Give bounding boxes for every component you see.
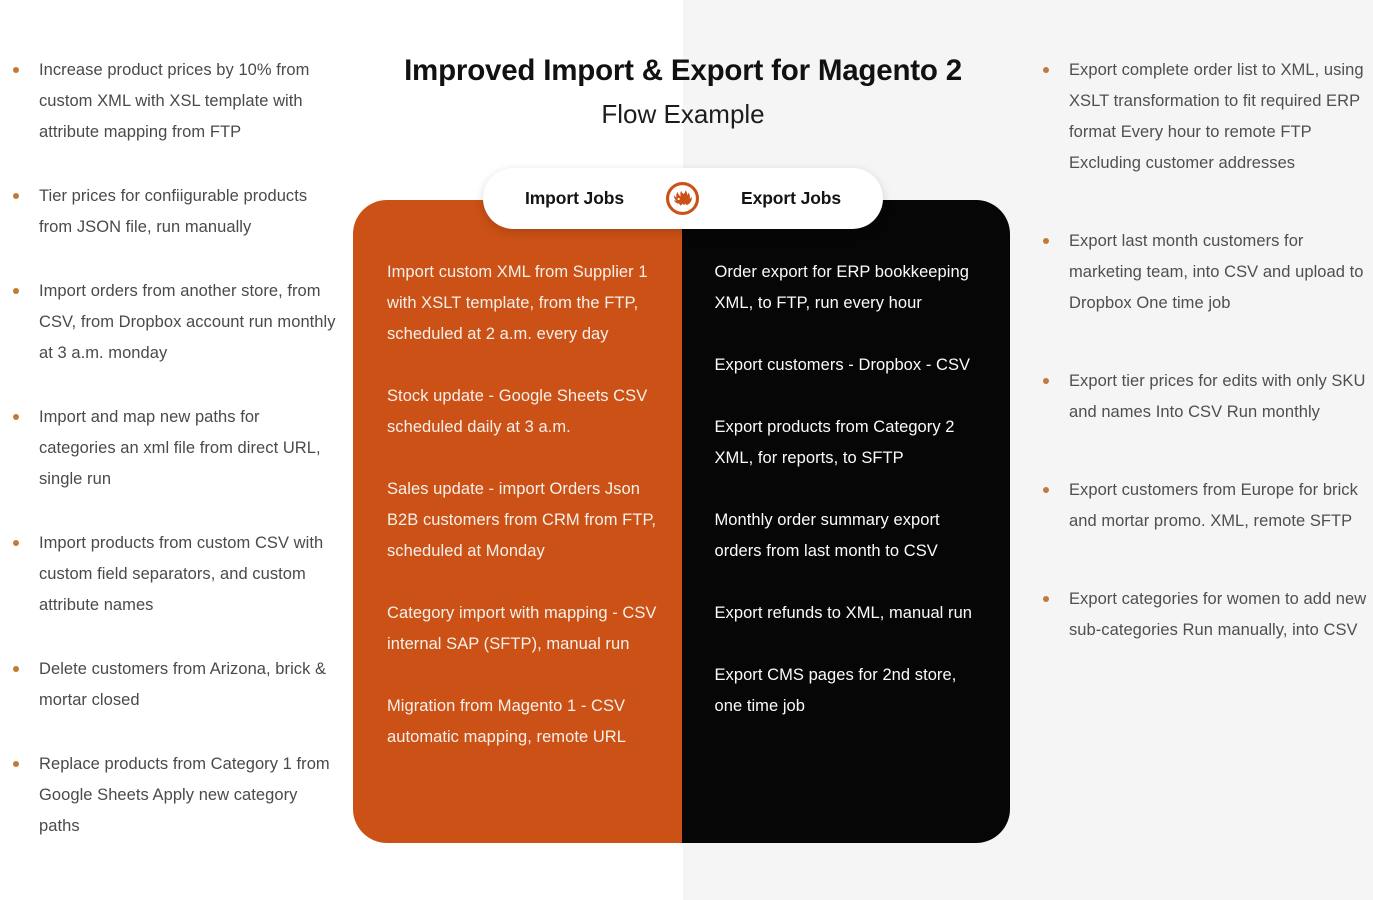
list-item: Export tier prices for edits with only S… [1038, 366, 1368, 428]
list-item: Delete customers from Arizona, brick & m… [8, 654, 338, 716]
list-item-label: Export last month customers for marketin… [1069, 232, 1364, 312]
bullet-dot-icon [1043, 487, 1049, 493]
export-job-item: Monthly order summary export orders from… [714, 511, 940, 560]
list-item-label: Delete customers from Arizona, brick & m… [39, 660, 327, 709]
tab-export-jobs[interactable]: Export Jobs [741, 188, 841, 209]
left-use-case-list: Increase product prices by 10% from cust… [8, 55, 338, 875]
bullet-dot-icon [1043, 378, 1049, 384]
firebear-bear-logo-icon [666, 182, 699, 215]
list-item-label: Import orders from another store, from C… [39, 282, 336, 362]
bullet-dot-icon [13, 193, 19, 199]
list-item: Replace products from Category 1 from Go… [8, 749, 338, 842]
page-title: Improved Import & Export for Magento 2 [404, 54, 962, 87]
bullet-dot-icon [13, 67, 19, 73]
jobs-panels: Import custom XML from Supplier 1 with X… [353, 200, 1010, 843]
import-job-item: Import custom XML from Supplier 1 with X… [387, 263, 648, 343]
jobs-tab-switcher[interactable]: Import Jobs Export Jobs [483, 168, 883, 229]
export-job-item: Export products from Category 2 XML, for… [714, 418, 955, 467]
list-item: Export complete order list to XML, using… [1038, 55, 1368, 179]
bullet-dot-icon [13, 761, 19, 767]
list-item: Export categories for women to add new s… [1038, 584, 1368, 646]
bullet-dot-icon [13, 288, 19, 294]
bullet-dot-icon [1043, 596, 1049, 602]
list-item-label: Export categories for women to add new s… [1069, 590, 1367, 639]
list-item-label: Tier prices for confiigurable products f… [39, 187, 308, 236]
export-job-item: Export customers - Dropbox - CSV [714, 356, 971, 374]
bullet-dot-icon [13, 666, 19, 672]
bullet-dot-icon [13, 540, 19, 546]
right-use-case-list: Export complete order list to XML, using… [1038, 55, 1368, 693]
list-item-label: Increase product prices by 10% from cust… [39, 61, 310, 141]
list-item-label: Export tier prices for edits with only S… [1069, 372, 1366, 421]
import-job-item: Sales update - import Orders Json B2B cu… [387, 480, 657, 560]
export-jobs-panel: Order export for ERP bookkeeping XML, to… [681, 200, 1010, 843]
list-item-label: Replace products from Category 1 from Go… [39, 755, 330, 835]
export-job-item: Order export for ERP bookkeeping XML, to… [714, 263, 969, 312]
list-item: Import orders from another store, from C… [8, 276, 338, 369]
list-item: Tier prices for confiigurable products f… [8, 181, 338, 243]
tab-import-jobs[interactable]: Import Jobs [525, 188, 624, 209]
import-job-item: Stock update - Google Sheets CSV schedul… [387, 387, 648, 436]
list-item: Import and map new paths for categories … [8, 402, 338, 495]
bullet-dot-icon [1043, 238, 1049, 244]
list-item-label: Import and map new paths for categories … [39, 408, 321, 488]
export-job-item: Export CMS pages for 2nd store, one time… [714, 666, 957, 715]
import-jobs-panel: Import custom XML from Supplier 1 with X… [353, 200, 682, 843]
list-item-label: Export customers from Europe for brick a… [1069, 481, 1358, 530]
bullet-dot-icon [1043, 67, 1049, 73]
list-item: Export customers from Europe for brick a… [1038, 475, 1368, 537]
page-header: Improved Import & Export for Magento 2 F… [353, 52, 1013, 132]
list-item: Import products from custom CSV with cus… [8, 528, 338, 621]
export-job-item: Export refunds to XML, manual run [714, 604, 973, 622]
list-item-label: Export complete order list to XML, using… [1069, 61, 1364, 172]
list-item: Export last month customers for marketin… [1038, 226, 1368, 319]
bullet-dot-icon [13, 414, 19, 420]
list-item-label: Import products from custom CSV with cus… [39, 534, 324, 614]
list-item: Increase product prices by 10% from cust… [8, 55, 338, 148]
import-job-item: Migration from Magento 1 - CSV automatic… [387, 697, 626, 746]
page-subtitle: Flow Example [601, 98, 765, 129]
import-job-item: Category import with mapping - CSV inter… [387, 604, 657, 653]
